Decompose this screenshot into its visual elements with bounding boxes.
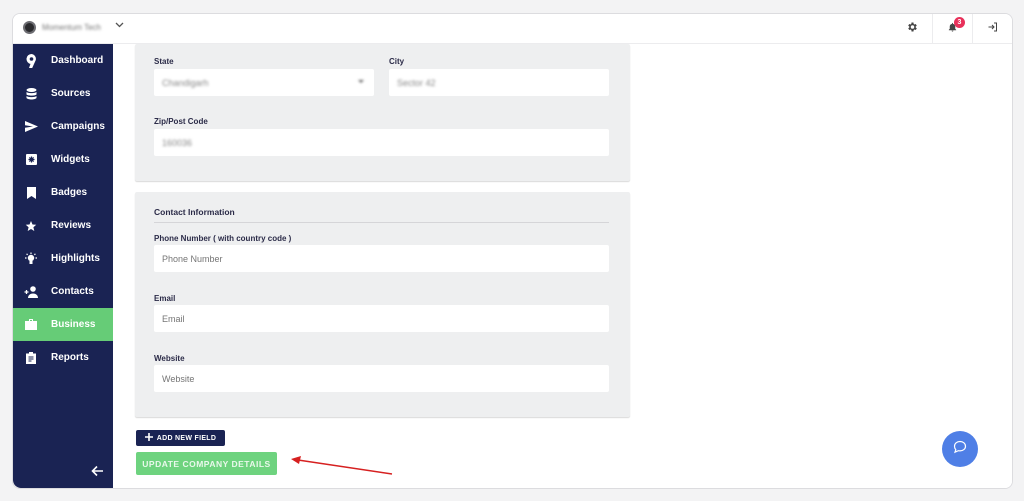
logout-button[interactable]: [972, 14, 1012, 44]
sidebar-item-label: Widgets: [51, 154, 90, 165]
org-logo: [23, 21, 36, 34]
add-contact-icon: [24, 285, 38, 299]
briefcase-icon: [24, 318, 38, 332]
contact-card: Contact Information Phone Number ( with …: [135, 192, 630, 417]
sidebar-item-business[interactable]: Business: [13, 308, 113, 341]
email-label: Email: [154, 294, 176, 303]
gear-icon: [906, 20, 918, 38]
app-window: Momentum Tech 3 Dashboard Sources Campai…: [12, 13, 1013, 489]
website-input[interactable]: [154, 365, 609, 392]
add-new-field-button[interactable]: ADD NEW FIELD: [136, 430, 225, 446]
sidebar-item-label: Highlights: [51, 253, 100, 264]
sidebar: Dashboard Sources Campaigns Widgets Badg…: [13, 44, 113, 488]
sidebar-item-reports[interactable]: Reports: [13, 341, 113, 374]
sidebar-item-contacts[interactable]: Contacts: [13, 275, 113, 308]
state-value: Chandigarh: [162, 77, 209, 88]
phone-label: Phone Number ( with country code ): [154, 234, 292, 243]
state-select[interactable]: Chandigarh: [154, 69, 374, 96]
sidebar-item-sources[interactable]: Sources: [13, 77, 113, 110]
sidebar-item-label: Reports: [51, 352, 89, 363]
sidebar-item-highlights[interactable]: Highlights: [13, 242, 113, 275]
chat-launcher-button[interactable]: [942, 431, 978, 467]
annotation-arrow-icon: [291, 456, 393, 475]
city-value: Sector 42: [397, 77, 436, 88]
sidebar-item-label: Dashboard: [51, 55, 104, 66]
sidebar-item-badges[interactable]: Badges: [13, 176, 113, 209]
main-content: State Chandigarh City Sector 42 Zip/Post…: [113, 44, 1012, 488]
plus-icon: [144, 433, 153, 443]
clipboard-icon: [24, 351, 38, 365]
sidebar-item-reviews[interactable]: Reviews: [13, 209, 113, 242]
sidebar-item-dashboard[interactable]: Dashboard: [13, 44, 113, 77]
add-new-field-label: ADD NEW FIELD: [156, 434, 217, 442]
org-name: Momentum Tech: [42, 23, 101, 32]
database-icon: [24, 87, 38, 101]
star-icon: [24, 219, 38, 233]
zip-label: Zip/Post Code: [154, 117, 208, 126]
address-card: State Chandigarh City Sector 42 Zip/Post…: [135, 44, 630, 181]
widget-icon: [24, 153, 38, 167]
zip-input[interactable]: 160036: [154, 129, 609, 156]
state-label: State: [154, 57, 174, 66]
phone-input[interactable]: [154, 245, 609, 272]
bookmark-icon: [24, 186, 38, 200]
sidebar-item-label: Badges: [51, 187, 88, 198]
update-company-details-button[interactable]: UPDATE COMPANY DETAILS: [136, 452, 277, 475]
sidebar-item-label: Business: [51, 319, 96, 330]
arrow-left-icon[interactable]: [91, 464, 104, 480]
lightbulb-icon: [24, 252, 38, 266]
sidebar-item-label: Sources: [51, 88, 91, 99]
caret-down-icon: [358, 80, 364, 83]
notification-badge: 3: [954, 17, 965, 28]
sidebar-item-widgets[interactable]: Widgets: [13, 143, 113, 176]
email-input[interactable]: [154, 305, 609, 332]
section-title: Contact Information: [154, 207, 235, 217]
logout-icon: [987, 20, 999, 38]
divider: [154, 222, 609, 223]
city-input[interactable]: Sector 42: [389, 69, 609, 96]
top-bar: Momentum Tech 3: [13, 14, 1012, 44]
zip-value: 160036: [162, 137, 193, 148]
settings-button[interactable]: [892, 14, 932, 44]
sidebar-item-label: Campaigns: [51, 121, 105, 132]
chat-bubble-icon: [953, 440, 967, 459]
chevron-down-icon[interactable]: [115, 20, 124, 31]
update-label: UPDATE COMPANY DETAILS: [142, 458, 271, 469]
city-label: City: [389, 57, 405, 66]
dashboard-icon: [24, 53, 38, 68]
website-label: Website: [154, 354, 185, 363]
org-switcher[interactable]: Momentum Tech: [23, 21, 124, 34]
send-icon: [24, 120, 38, 134]
sidebar-item-campaigns[interactable]: Campaigns: [13, 110, 113, 143]
notifications-button[interactable]: 3: [932, 14, 972, 44]
sidebar-item-label: Reviews: [51, 220, 92, 231]
sidebar-item-label: Contacts: [51, 286, 94, 297]
